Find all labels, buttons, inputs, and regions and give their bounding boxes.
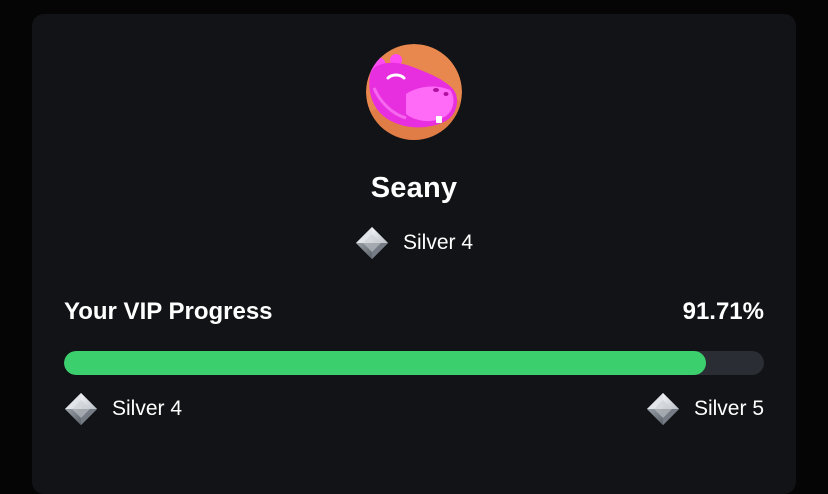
current-level-label: Silver 4 <box>112 397 183 420</box>
silver-diamond-icon <box>64 392 98 426</box>
vip-levels-row: Silver 4 Silver 5 <box>64 392 764 426</box>
current-level: Silver 4 <box>64 392 182 426</box>
silver-diamond-icon <box>646 392 680 426</box>
hippo-avatar-icon[interactable] <box>366 44 462 140</box>
vip-progress-title: Your VIP Progress <box>64 298 273 325</box>
vip-profile-card: Seany Silver 4 Your VIP Progress 91.71% … <box>32 14 796 494</box>
current-tier-label: Silver 4 <box>402 231 474 254</box>
username: Seany <box>370 172 458 204</box>
vip-progress-percent: 91.71% <box>682 298 764 325</box>
vip-progress-fill <box>64 351 706 375</box>
vip-progress-bar <box>64 351 764 375</box>
silver-diamond-icon <box>355 226 389 260</box>
next-level: Silver 5 <box>646 392 764 426</box>
next-level-label: Silver 5 <box>693 397 764 420</box>
current-tier-badge: Silver 4 <box>32 226 796 260</box>
vip-progress-header: Your VIP Progress 91.71% <box>64 298 764 326</box>
